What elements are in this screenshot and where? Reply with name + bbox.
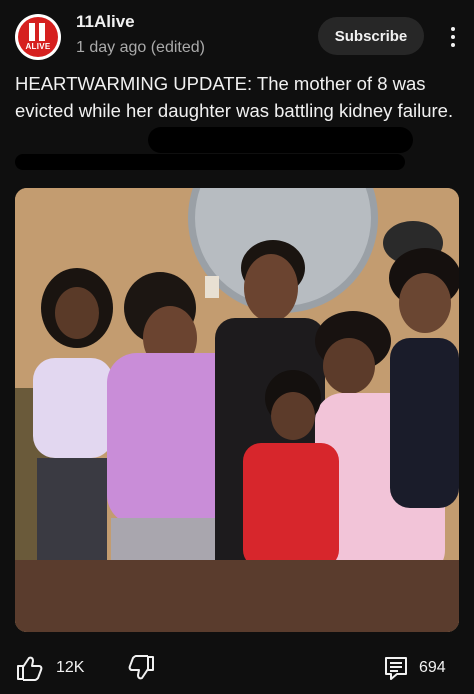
- family-photo: [15, 188, 459, 632]
- redaction-bar: [15, 154, 405, 170]
- subscribe-button[interactable]: Subscribe: [318, 17, 424, 55]
- thumbs-up-icon: [17, 656, 43, 681]
- thumbs-down-icon: [128, 655, 154, 680]
- post-actions: 12K 694: [0, 645, 474, 691]
- redaction-bar: [148, 127, 413, 153]
- post-image[interactable]: [15, 188, 459, 632]
- comment-count: 694: [419, 659, 446, 676]
- like-button[interactable]: 12K: [15, 653, 105, 683]
- comments-button[interactable]: 694: [383, 653, 463, 683]
- logo-bars-icon: [29, 23, 47, 41]
- logo-text: ALIVE: [25, 42, 51, 51]
- more-options-icon[interactable]: [446, 25, 460, 49]
- dislike-button[interactable]: [128, 655, 156, 683]
- like-count: 12K: [56, 659, 85, 676]
- channel-avatar[interactable]: ALIVE: [15, 14, 61, 60]
- channel-name[interactable]: 11Alive: [76, 12, 135, 32]
- post-timestamp: 1 day ago (edited): [76, 39, 205, 56]
- comment-icon: [385, 657, 407, 680]
- post-header: ALIVE 11Alive 1 day ago (edited) Subscri…: [0, 0, 474, 64]
- post-text: HEARTWARMING UPDATE: The mother of 8 was…: [15, 73, 454, 121]
